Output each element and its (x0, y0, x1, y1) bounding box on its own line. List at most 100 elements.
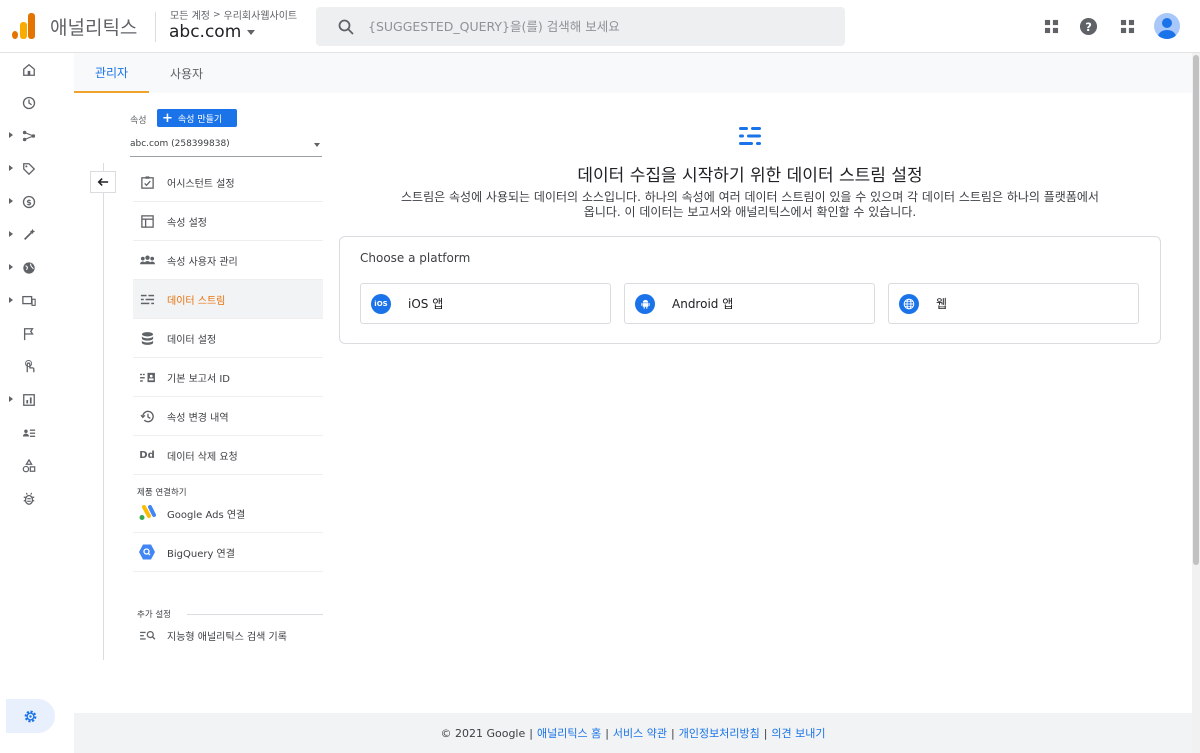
ios-icon: iOS (371, 293, 391, 314)
breadcrumb[interactable]: 모든 계정 > 우리회사웹사이트 (170, 7, 298, 23)
svg-text:$: $ (26, 198, 31, 207)
menu-item-google-ads-links[interactable]: Google Ads 연결 (133, 494, 323, 533)
menu-item-label: 데이터 스트림 (167, 295, 226, 307)
menu-item-label: 기본 보고서 ID (167, 373, 231, 385)
breadcrumb-account[interactable]: 우리회사웹사이트 (224, 7, 298, 22)
platform-web-button[interactable]: 웹 (888, 283, 1139, 324)
analysis-icon[interactable] (18, 389, 40, 411)
property-dropdown[interactable]: abc.com (258399838) (130, 137, 322, 157)
property-selector[interactable]: abc.com (169, 22, 256, 42)
admin-tabs: 관리자 사용자 (74, 53, 1192, 93)
apps-grid-icon[interactable] (1039, 14, 1063, 38)
menu-item-property-change-history[interactable]: 속성 변경 내역 (133, 397, 323, 436)
bigquery-icon (138, 543, 156, 561)
page-description: 스트림은 속성에 사용되는 데이터의 소스입니다. 하나의 속성에 여러 데이터… (339, 190, 1161, 220)
data-stream-icon (739, 127, 761, 145)
top-app-bar: 애널리틱스 모든 계정 > 우리회사웹사이트 abc.com ? (0, 0, 1200, 53)
globe-icon[interactable] (18, 257, 40, 279)
property-name: abc.com (169, 22, 242, 42)
footer-link-terms[interactable]: 서비스 약관 (613, 725, 667, 741)
expand-caret-icon[interactable] (9, 396, 13, 402)
selected-property: abc.com (258399838) (130, 139, 230, 149)
reports-icon[interactable] (18, 92, 40, 114)
explore-icon[interactable] (18, 125, 40, 147)
admin-settings-button[interactable] (6, 699, 55, 733)
menu-item-label: 데이터 설정 (167, 334, 217, 346)
menu-item-bigquery-links[interactable]: BigQuery 연결 (133, 533, 323, 572)
report-id-icon (138, 368, 156, 386)
breadcrumb-separator: > (212, 9, 221, 20)
footer: © 2021 Google | 애널리틱스 홈 | 서비스 약관 | 개인정보처… (74, 713, 1192, 753)
platform-label: Android 앱 (672, 297, 734, 311)
google-ads-icon (138, 504, 156, 522)
plus-icon: + (162, 110, 173, 126)
chevron-down-icon (314, 143, 320, 147)
footer-link-analytics-home[interactable]: 애널리틱스 홈 (537, 725, 601, 741)
monetization-icon[interactable]: $ (18, 191, 40, 213)
menu-item-data-streams[interactable]: 데이터 스트림 (133, 280, 323, 319)
analytics-logo-icon[interactable] (12, 13, 36, 39)
breadcrumb-all-accounts[interactable]: 모든 계정 (170, 7, 210, 22)
expand-caret-icon[interactable] (9, 132, 13, 138)
audience-icon[interactable] (18, 422, 40, 444)
footer-separator: | (763, 726, 768, 740)
menu-item-label: 데이터 삭제 요청 (167, 451, 238, 463)
home-icon[interactable] (18, 59, 40, 81)
choose-platform-card: Choose a platform iOS iOS 앱 Android 앱 웹 (339, 236, 1161, 344)
devices-icon[interactable] (18, 290, 40, 312)
main-area: 관리자 사용자 속성 + 속성 만들기 abc.com (258399838) (74, 53, 1192, 713)
property-label: 속성 (130, 116, 147, 126)
expand-caret-icon[interactable] (9, 264, 13, 270)
create-property-button[interactable]: + 속성 만들기 (157, 109, 237, 127)
brand-name[interactable]: 애널리틱스 (50, 13, 137, 40)
menu-item-property-user-management[interactable]: 속성 사용자 관리 (133, 241, 323, 280)
people-icon (138, 251, 156, 269)
help-icon[interactable]: ? (1076, 14, 1100, 38)
property-layout-icon (138, 212, 156, 230)
shapes-icon[interactable] (18, 455, 40, 477)
choose-platform-heading: Choose a platform (360, 251, 471, 265)
search-bar[interactable] (316, 7, 845, 46)
expand-caret-icon[interactable] (9, 165, 13, 171)
description-line: 옵니다. 이 데이터는 보고서와 애널리틱스에서 확인할 수 있습니다. (583, 205, 917, 219)
section-divider (187, 614, 323, 615)
arrow-back-icon (97, 178, 109, 186)
chevron-down-icon (247, 29, 256, 35)
data-stream-icon (138, 290, 156, 308)
back-button[interactable] (90, 171, 116, 193)
debug-icon[interactable] (18, 488, 40, 510)
platform-android-button[interactable]: Android 앱 (624, 283, 875, 324)
tab-user[interactable]: 사용자 (149, 53, 224, 93)
tag-icon[interactable] (18, 158, 40, 180)
database-icon (138, 329, 156, 347)
menu-item-property-settings[interactable]: 속성 설정 (133, 202, 323, 241)
menu-item-label: 속성 사용자 관리 (167, 256, 238, 268)
menu-item-intelligent-search-history[interactable]: 지능형 애널리틱스 검색 기록 (133, 616, 323, 655)
scrollbar-thumb[interactable] (1193, 55, 1199, 565)
touch-icon[interactable] (18, 356, 40, 378)
footer-link-privacy[interactable]: 개인정보처리방침 (679, 725, 760, 741)
admin-panel: 속성 + 속성 만들기 abc.com (258399838) 어시스턴트 설정 (74, 93, 1192, 713)
menu-item-assistant-settings[interactable]: 어시스턴트 설정 (133, 163, 323, 202)
footer-link-feedback[interactable]: 의견 보내기 (771, 725, 825, 741)
header-divider (155, 12, 156, 42)
vertical-scrollbar[interactable] (1192, 53, 1200, 753)
menu-item-data-deletion-requests[interactable]: Dd 데이터 삭제 요청 (133, 436, 323, 475)
android-icon (635, 293, 655, 314)
expand-caret-icon[interactable] (9, 231, 13, 237)
tab-admin[interactable]: 관리자 (74, 53, 149, 93)
left-nav-rail: $ (0, 53, 74, 753)
menu-item-data-settings[interactable]: 데이터 설정 (133, 319, 323, 358)
apps-icon[interactable] (1115, 14, 1139, 38)
search-history-icon (138, 627, 156, 645)
platform-ios-button[interactable]: iOS iOS 앱 (360, 283, 611, 324)
menu-item-default-report-id[interactable]: 기본 보고서 ID (133, 358, 323, 397)
account-avatar[interactable] (1154, 13, 1180, 39)
expand-caret-icon[interactable] (9, 198, 13, 204)
search-input[interactable] (368, 19, 808, 34)
expand-caret-icon[interactable] (9, 297, 13, 303)
flag-icon[interactable] (18, 323, 40, 345)
magic-icon[interactable] (18, 224, 40, 246)
menu-item-label: 어시스턴트 설정 (167, 178, 235, 190)
page-title: 데이터 수집을 시작하기 위한 데이터 스트림 설정 (577, 166, 923, 186)
